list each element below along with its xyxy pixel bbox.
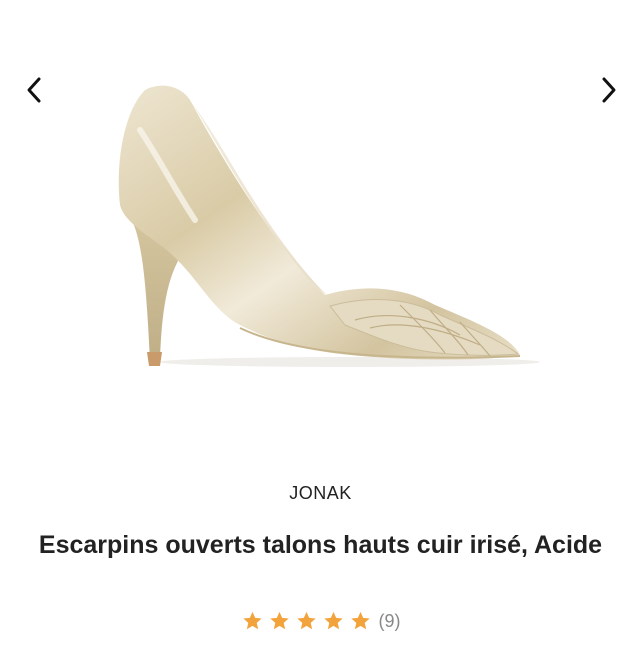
star-icon: [296, 611, 316, 630]
product-image-gallery: [0, 0, 641, 460]
gallery-prev-button[interactable]: [15, 70, 55, 110]
star-icon: [269, 611, 289, 630]
star-icon: [350, 611, 370, 630]
chevron-right-icon: [602, 77, 616, 103]
star-icon: [323, 611, 343, 630]
product-rating[interactable]: (9): [0, 610, 641, 632]
review-count[interactable]: (9): [379, 611, 401, 632]
product-image: [118, 85, 540, 367]
gallery-next-button[interactable]: [588, 70, 628, 110]
product-brand[interactable]: JONAK: [0, 483, 641, 504]
star-icon: [242, 611, 262, 630]
chevron-left-icon: [27, 77, 41, 103]
product-title: Escarpins ouverts talons hauts cuir iris…: [38, 531, 603, 559]
